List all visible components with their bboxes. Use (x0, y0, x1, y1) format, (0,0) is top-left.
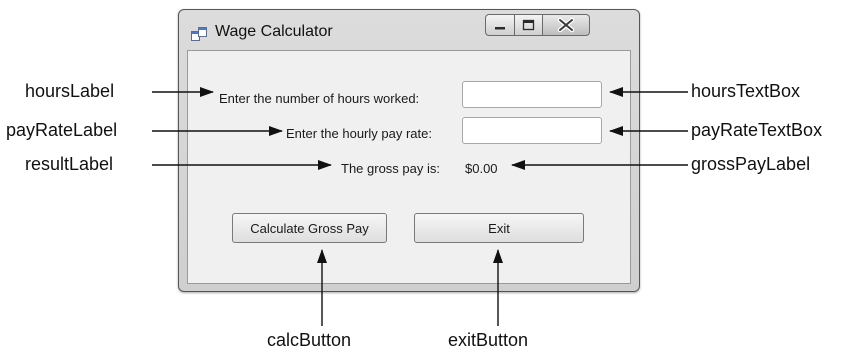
callout-calc-button: calcButton (267, 330, 352, 350)
callout-exit-button: exitButton (448, 330, 529, 350)
callout-pay-rate-text-box: payRateTextBox (691, 120, 823, 140)
callout-result-label: resultLabel (25, 154, 114, 174)
callout-hours-text-box: hoursTextBox (691, 81, 801, 101)
callout-pay-rate-label: payRateLabel (6, 120, 118, 140)
callout-gross-pay-label: grossPayLabel (691, 154, 811, 174)
callout-arrows (152, 87, 688, 326)
callout-hours-label: hoursLabel (25, 81, 115, 101)
